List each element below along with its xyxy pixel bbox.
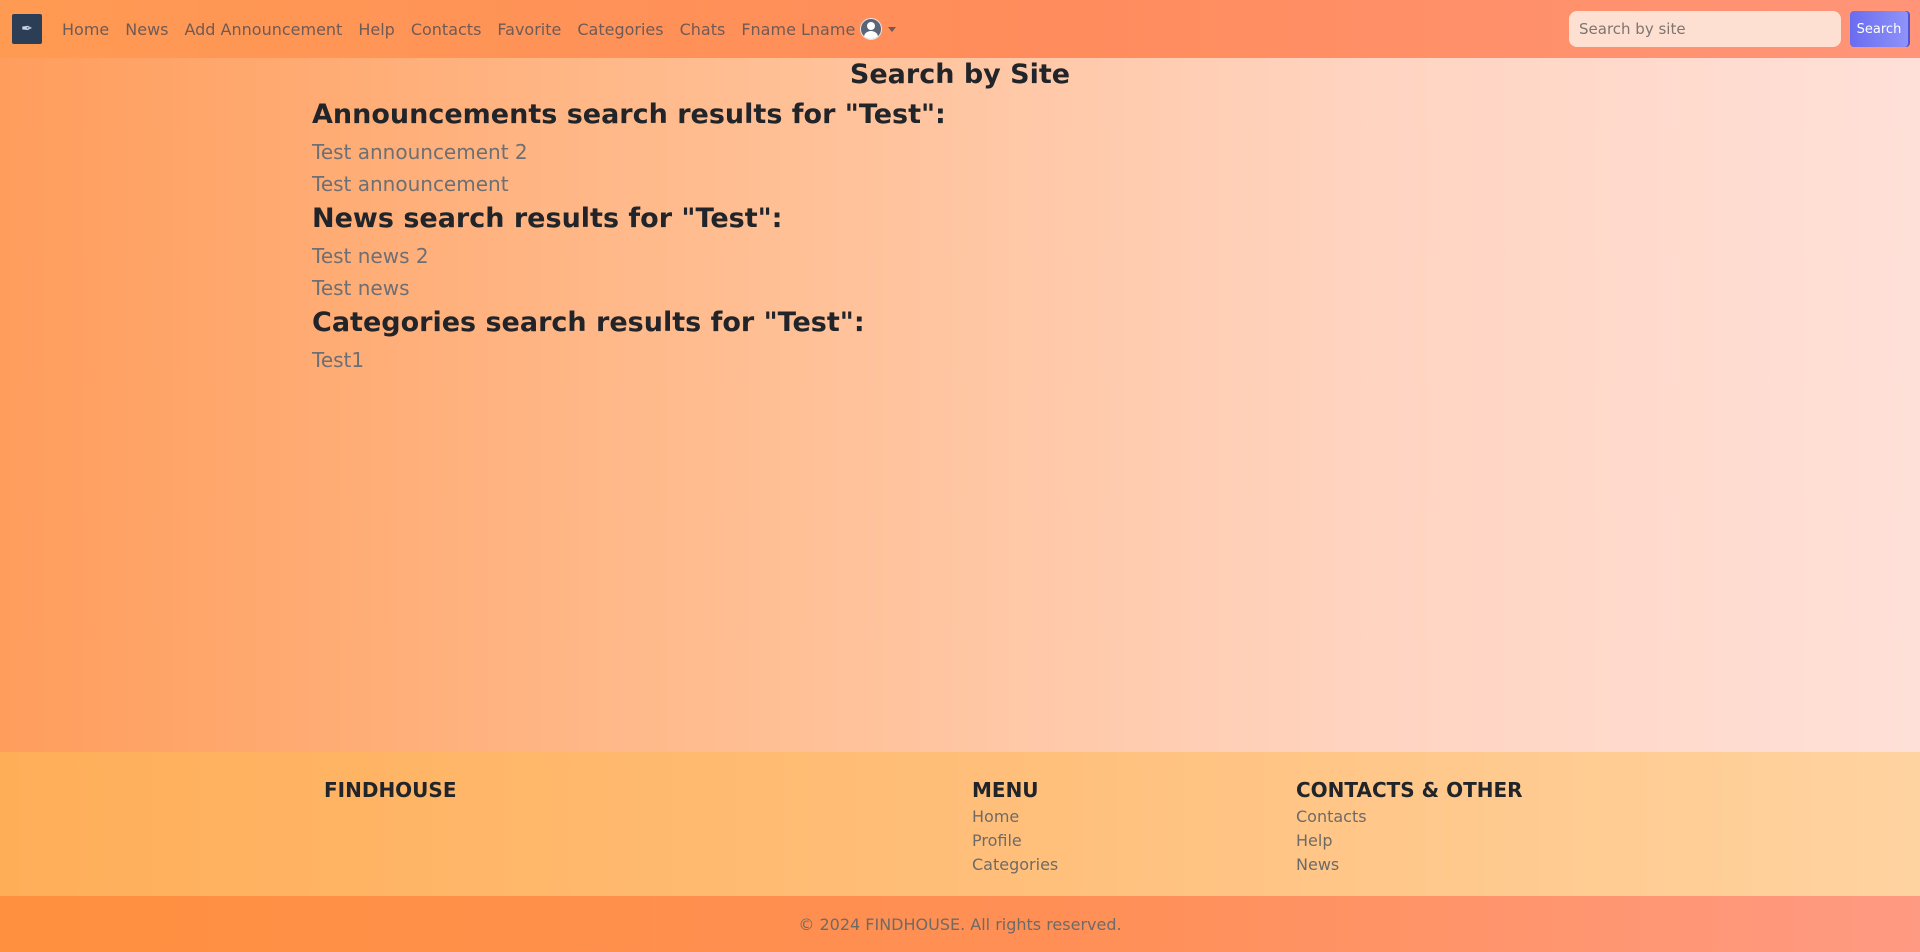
search-button[interactable]: Search bbox=[1850, 11, 1908, 47]
section-title: Categories search results for "Test": bbox=[312, 307, 865, 338]
user-name: Fname Lname bbox=[741, 19, 856, 39]
feather-logo-icon: ✒ bbox=[21, 21, 33, 37]
nav-link-add-announcement[interactable]: Add Announcement bbox=[176, 20, 350, 39]
result-link[interactable]: Test announcement bbox=[312, 168, 1608, 200]
nav-links: Home News Add Announcement Help Contacts… bbox=[54, 18, 904, 40]
footer-contacts-heading: CONTACTS & OTHER bbox=[1296, 778, 1523, 802]
nav-link-chats[interactable]: Chats bbox=[672, 20, 734, 39]
page-title: Search by Site bbox=[849, 59, 1071, 90]
footer-menu-col: MENU Home Profile Categories bbox=[972, 775, 1058, 877]
footer-copyright-bar: © 2024 FINDHOUSE. All rights reserved. bbox=[0, 896, 1920, 952]
footer-brand-col: FINDHOUSE bbox=[324, 775, 457, 805]
section-title: News search results for "Test": bbox=[312, 203, 783, 234]
nav-link-news[interactable]: News bbox=[117, 20, 176, 39]
result-link[interactable]: Test1 bbox=[312, 344, 1608, 376]
footer-brand: FINDHOUSE bbox=[324, 778, 457, 802]
search-input[interactable] bbox=[1569, 11, 1841, 47]
footer-link-profile[interactable]: Profile bbox=[972, 829, 1058, 853]
nav-link-favorite[interactable]: Favorite bbox=[489, 20, 569, 39]
nav-link-contacts[interactable]: Contacts bbox=[403, 20, 490, 39]
search-results: Announcements search results for "Test":… bbox=[312, 98, 1608, 378]
result-link[interactable]: Test news bbox=[312, 272, 1608, 304]
navbar: ✒ Home News Add Announcement Help Contac… bbox=[0, 0, 1920, 58]
result-link[interactable]: Test news 2 bbox=[312, 240, 1608, 272]
categories-results: Categories search results for "Test": Te… bbox=[312, 306, 1608, 376]
nav-link-help[interactable]: Help bbox=[350, 20, 402, 39]
result-link[interactable]: Test announcement 2 bbox=[312, 136, 1608, 168]
footer-contacts-col: CONTACTS & OTHER Contacts Help News bbox=[1296, 775, 1523, 877]
user-menu-dropdown[interactable]: Fname Lname bbox=[733, 18, 904, 40]
caret-down-icon bbox=[888, 26, 897, 32]
news-results: News search results for "Test": Test new… bbox=[312, 202, 1608, 304]
brand-logo[interactable]: ✒ bbox=[12, 14, 42, 44]
nav-link-categories[interactable]: Categories bbox=[569, 20, 671, 39]
announcements-results: Announcements search results for "Test":… bbox=[312, 98, 1608, 200]
section-title: Announcements search results for "Test": bbox=[312, 99, 946, 130]
nav-link-home[interactable]: Home bbox=[54, 20, 117, 39]
main-content: Search by Site Announcements search resu… bbox=[0, 58, 1920, 752]
footer-link-news[interactable]: News bbox=[1296, 853, 1523, 877]
footer: FINDHOUSE MENU Home Profile Categories C… bbox=[0, 752, 1920, 896]
site-search-form: Search bbox=[1569, 11, 1908, 47]
footer-link-contacts[interactable]: Contacts bbox=[1296, 805, 1523, 829]
avatar-icon bbox=[860, 18, 883, 40]
footer-link-categories[interactable]: Categories bbox=[972, 853, 1058, 877]
footer-link-help[interactable]: Help bbox=[1296, 829, 1523, 853]
footer-link-home[interactable]: Home bbox=[972, 805, 1058, 829]
footer-menu-heading: MENU bbox=[972, 778, 1039, 802]
copyright-text: © 2024 FINDHOUSE. All rights reserved. bbox=[798, 914, 1122, 934]
